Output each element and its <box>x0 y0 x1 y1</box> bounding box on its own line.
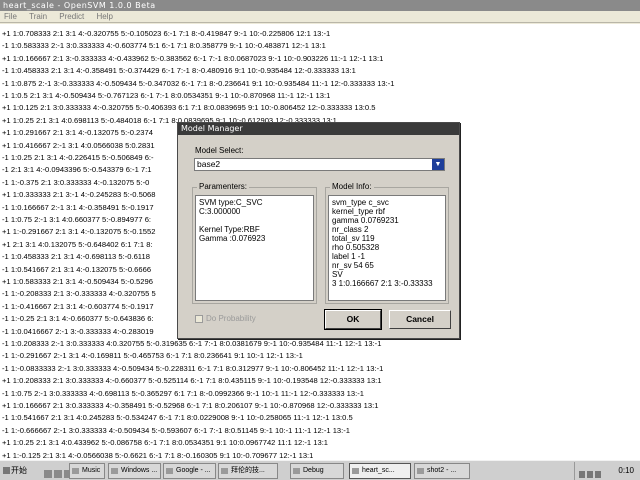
menu-bar: File Train Predict Help <box>0 11 640 23</box>
model-manager-dialog: Model Manager Model Select: base2 ▼ Para… <box>177 122 460 339</box>
do-probability-label: Do Probability <box>206 314 256 323</box>
tray-icons[interactable] <box>579 467 611 478</box>
task-chinese-doc[interactable]: 拜伦的技... <box>218 463 278 479</box>
parameters-group: Paramenters: SVM type:C_SVC C:3.000000 K… <box>192 182 317 304</box>
data-line: +1 1:-0.125 2:1 3:1 4:-0.0566038 5:-0.66… <box>2 450 314 460</box>
menu-predict[interactable]: Predict <box>59 11 84 23</box>
start-button[interactable]: 开始 <box>1 463 39 479</box>
task-heart-scale[interactable]: heart_sc... <box>349 463 411 479</box>
quick-launch-icon[interactable] <box>44 470 52 478</box>
menu-train[interactable]: Train <box>29 11 47 23</box>
do-probability-checkbox[interactable]: Do Probability <box>195 314 256 323</box>
dialog-title: Model Manager <box>178 123 459 135</box>
taskbar: 开始 Music Windows ... Google - ... 拜伦的技..… <box>0 460 640 480</box>
clock: 0:10 <box>618 466 634 475</box>
model-select-label: Model Select: <box>195 146 244 155</box>
system-tray: 0:10 <box>574 462 640 480</box>
menu-file[interactable]: File <box>4 11 17 23</box>
model-select-dropdown[interactable]: base2 ▼ <box>194 158 445 171</box>
selected-model: base2 <box>197 159 221 169</box>
task-google[interactable]: Google - ... <box>163 463 216 479</box>
model-info-group: Model Info: svm_type c_svc kernel_type r… <box>325 182 449 304</box>
checkbox-box[interactable] <box>195 314 203 323</box>
task-windows[interactable]: Windows ... <box>108 463 161 479</box>
parameters-text[interactable]: SVM type:C_SVC C:3.000000 Kernel Type:RB… <box>195 195 314 301</box>
quick-launch-icon[interactable] <box>54 470 62 478</box>
cancel-button[interactable]: Cancel <box>389 310 451 329</box>
window-title: heart_scale - OpenSVM 1.0.0 Beta <box>0 0 640 11</box>
chevron-down-icon[interactable]: ▼ <box>432 159 444 170</box>
model-info-label: Model Info: <box>330 182 374 191</box>
model-info-text[interactable]: svm_type c_svc kernel_type rbf gamma 0.0… <box>328 195 446 301</box>
task-shot2[interactable]: shot2 - ... <box>414 463 470 479</box>
menu-help[interactable]: Help <box>96 11 112 23</box>
parameters-label: Paramenters: <box>197 182 250 191</box>
ok-button[interactable]: OK <box>324 309 382 330</box>
task-music[interactable]: Music <box>69 463 105 479</box>
task-debug[interactable]: Debug <box>290 463 344 479</box>
